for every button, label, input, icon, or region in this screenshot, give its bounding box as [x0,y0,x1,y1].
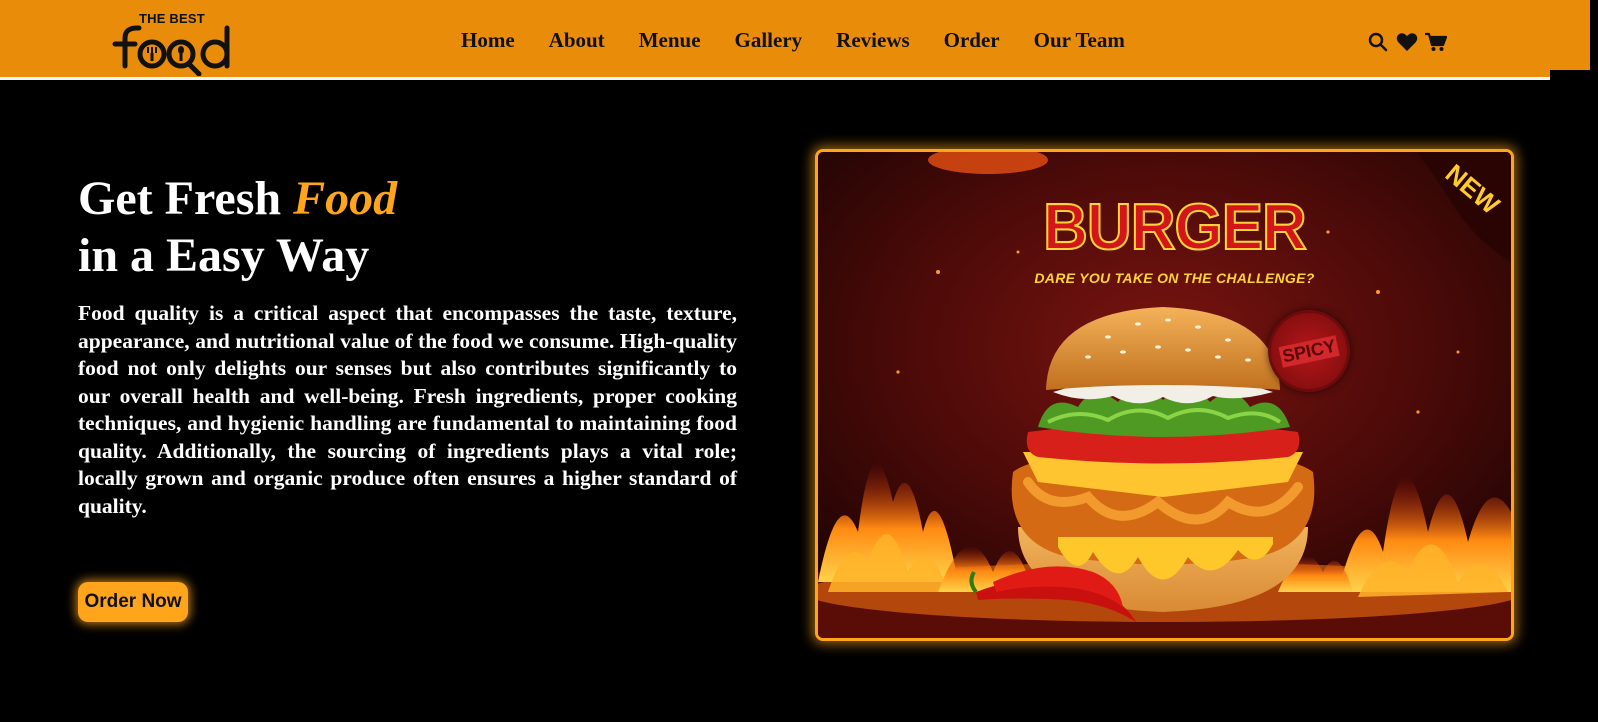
search-icon[interactable] [1367,31,1389,53]
cart-icon[interactable] [1425,31,1447,53]
nav-order[interactable]: Order [944,26,1000,54]
promo-spicy-label: SPICY [1278,334,1340,368]
hero-title-accent: Food [293,172,398,225]
main-nav: Home About Menue Gallery Reviews Order O… [461,26,1159,54]
site-header: THE BEST Home About Menue Gallery Review… [0,0,1550,80]
nav-gallery[interactable]: Gallery [735,26,803,54]
burger-promo-image: BURGER DARE YOU TAKE ON THE CHALLENGE? N… [815,149,1514,641]
hero-title-part1: Get Fresh [78,172,294,225]
hero-title: Get Fresh Food in a Easy Way [78,170,738,284]
promo-headline: BURGER [1042,190,1308,265]
hero-title-line2: in a Easy Way [78,229,370,282]
nav-our-team[interactable]: Our Team [1034,26,1125,54]
nav-home[interactable]: Home [461,26,515,54]
site-logo[interactable]: THE BEST [111,10,241,76]
page-edge [1590,0,1598,722]
order-now-button[interactable]: Order Now [78,582,188,622]
nav-about[interactable]: About [549,26,605,54]
heart-icon[interactable] [1396,31,1418,53]
nav-reviews[interactable]: Reviews [836,26,909,54]
promo-tagline: DARE YOU TAKE ON THE CHALLENGE? [1034,270,1315,286]
logo-wordmark [112,25,230,76]
hero-description: Food quality is a critical aspect that e… [78,301,737,518]
nav-menu[interactable]: Menue [639,26,701,54]
header-icons [1367,31,1454,53]
